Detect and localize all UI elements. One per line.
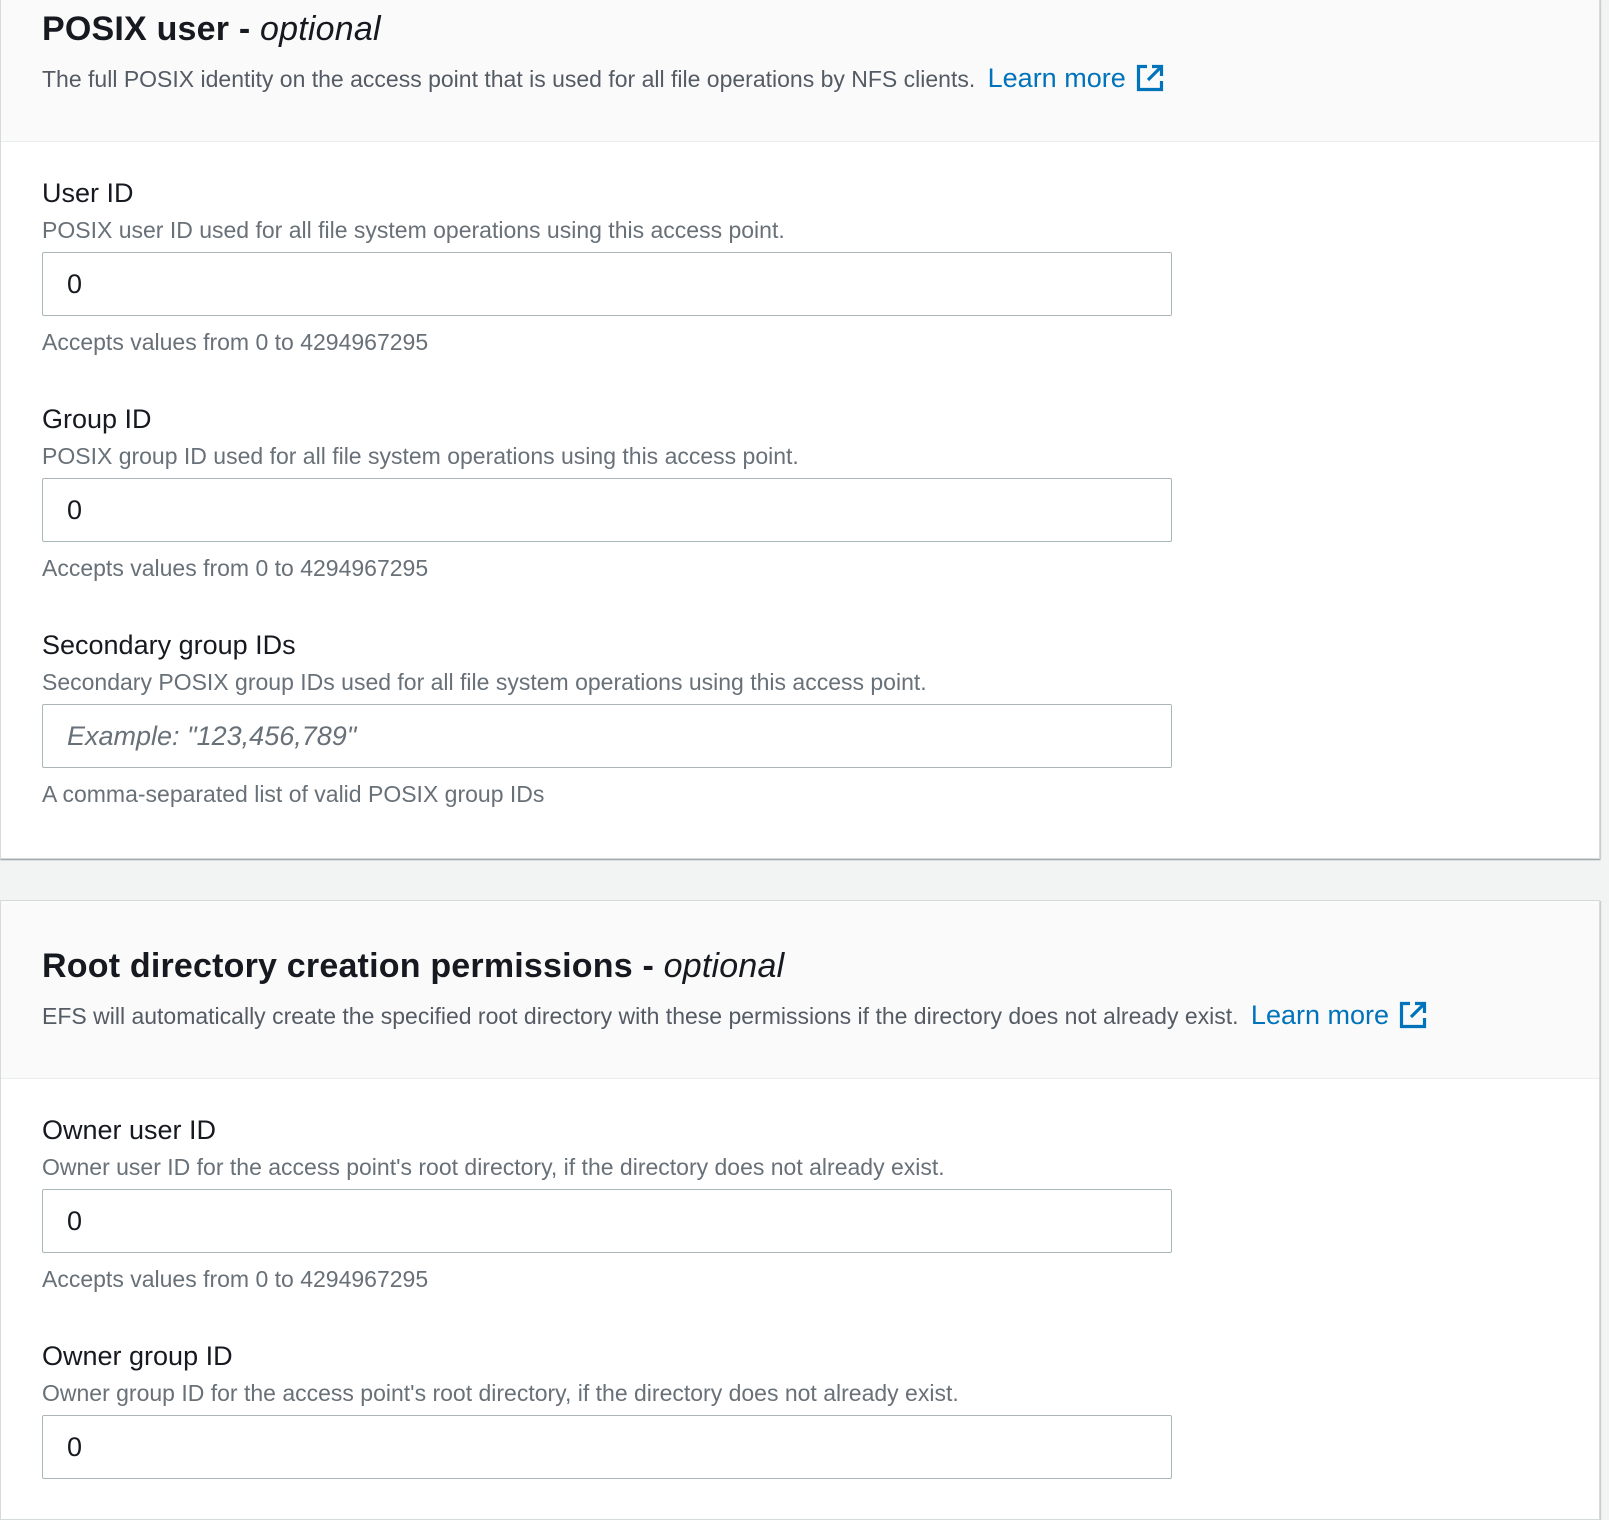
posix-user-description-text: The full POSIX identity on the access po…	[42, 66, 976, 92]
owner-user-id-hint: Accepts values from 0 to 4294967295	[42, 1266, 429, 1292]
secondary-group-ids-description: Secondary POSIX group IDs used for all f…	[42, 669, 927, 695]
user-id-field: User ID POSIX user ID used for all file …	[42, 142, 1558, 358]
posix-user-title-text: POSIX user	[42, 10, 230, 48]
title-separator: -	[632, 947, 664, 985]
posix-user-description: The full POSIX identity on the access po…	[42, 62, 1558, 95]
learn-more-link[interactable]: Learn more	[1251, 999, 1428, 1031]
secondary-group-ids-field: Secondary group IDs Secondary POSIX grou…	[42, 584, 1558, 810]
user-id-hint: Accepts values from 0 to 4294967295	[42, 329, 429, 355]
owner-user-id-description: Owner user ID for the access point's roo…	[42, 1154, 945, 1180]
learn-more-link[interactable]: Learn more	[988, 62, 1165, 94]
group-id-label: Group ID	[42, 404, 152, 434]
owner-user-id-input[interactable]	[42, 1189, 1172, 1253]
user-id-description: POSIX user ID used for all file system o…	[42, 217, 785, 243]
group-id-hint: Accepts values from 0 to 4294967295	[42, 555, 429, 581]
root-directory-title-text: Root directory creation permissions	[42, 947, 633, 985]
secondary-group-ids-input[interactable]	[42, 704, 1172, 768]
root-directory-title: Root directory creation permissions - op…	[42, 943, 1558, 989]
group-id-field: Group ID POSIX group ID used for all fil…	[42, 358, 1558, 584]
posix-user-title: POSIX user - optional	[42, 6, 1558, 52]
optional-label: optional	[260, 10, 381, 48]
owner-user-id-field: Owner user ID Owner user ID for the acce…	[42, 1079, 1558, 1295]
owner-user-id-label: Owner user ID	[42, 1115, 217, 1145]
posix-user-panel: POSIX user - optional The full POSIX ide…	[0, 0, 1600, 859]
owner-group-id-label: Owner group ID	[42, 1341, 233, 1371]
title-separator: -	[229, 10, 261, 48]
posix-user-panel-header: POSIX user - optional The full POSIX ide…	[1, 0, 1599, 142]
root-directory-description-text: EFS will automatically create the specif…	[42, 1003, 1239, 1029]
learn-more-label: Learn more	[1250, 1000, 1389, 1030]
group-id-description: POSIX group ID used for all file system …	[42, 443, 799, 469]
root-directory-description: EFS will automatically create the specif…	[42, 999, 1558, 1032]
external-link-icon	[1399, 1001, 1427, 1029]
owner-group-id-input[interactable]	[42, 1415, 1172, 1479]
optional-label: optional	[663, 947, 785, 985]
secondary-group-ids-label: Secondary group IDs	[42, 630, 296, 660]
posix-user-panel-body: User ID POSIX user ID used for all file …	[1, 142, 1599, 810]
root-directory-panel-header: Root directory creation permissions - op…	[1, 901, 1599, 1079]
external-link-icon	[1136, 64, 1163, 92]
root-directory-permissions-panel: Root directory creation permissions - op…	[0, 900, 1600, 1520]
user-id-input[interactable]	[42, 252, 1172, 316]
learn-more-label: Learn more	[987, 63, 1126, 93]
user-id-label: User ID	[42, 178, 134, 208]
owner-group-id-description: Owner group ID for the access point's ro…	[42, 1380, 959, 1406]
root-directory-panel-body: Owner user ID Owner user ID for the acce…	[1, 1079, 1599, 1479]
group-id-input[interactable]	[42, 478, 1172, 542]
secondary-group-ids-hint: A comma-separated list of valid POSIX gr…	[42, 781, 545, 807]
owner-group-id-field: Owner group ID Owner group ID for the ac…	[42, 1295, 1558, 1479]
